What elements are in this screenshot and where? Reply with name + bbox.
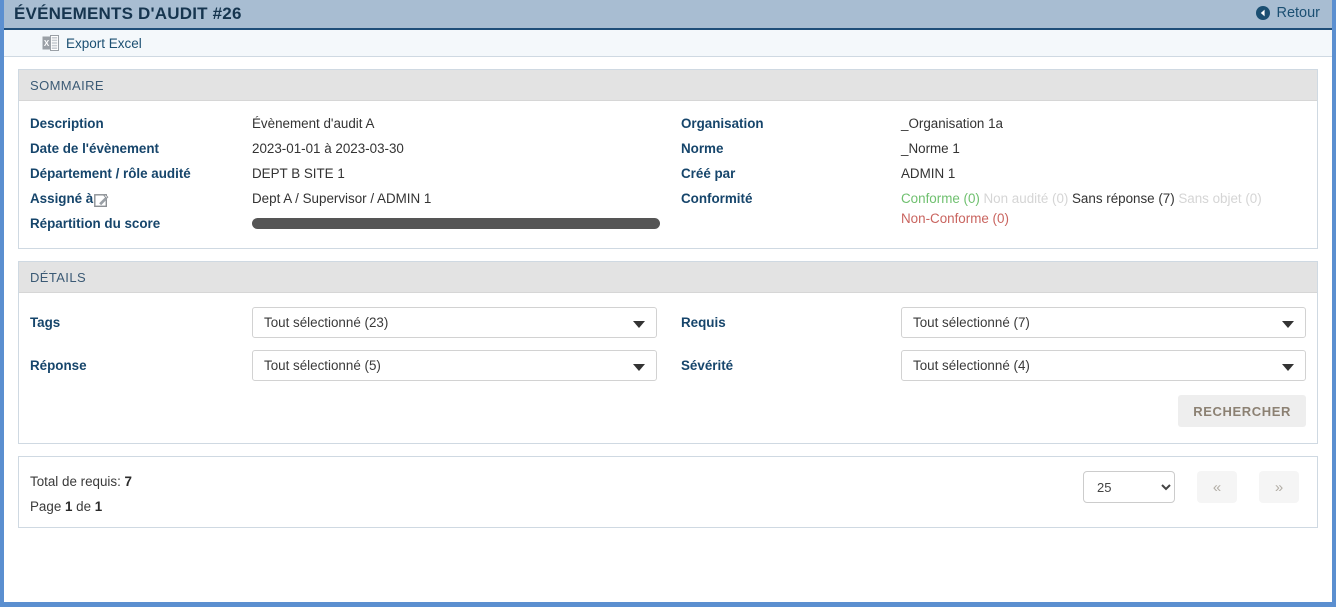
page-of-label: de (72, 499, 95, 514)
svg-text:X: X (44, 39, 50, 48)
summary-row-organisation: Organisation _Organisation 1a (681, 111, 1317, 136)
summary-row-description: Description Évènement d'audit A (30, 111, 668, 136)
reponse-multiselect-value: Tout sélectionné (5) (264, 358, 381, 373)
score-segment-sans-reponse (252, 218, 660, 229)
severite-multiselect-value: Tout sélectionné (4) (913, 358, 1030, 373)
summary-value-description: Évènement d'audit A (252, 116, 375, 131)
summary-label-conformity: Conformité (681, 191, 753, 206)
export-excel-label: Export Excel (66, 35, 142, 51)
label-requis: Requis (681, 315, 726, 330)
page-title: ÉVÉNEMENTS D'AUDIT #26 (14, 4, 242, 23)
conformity-sans-objet: Sans objet (0) (1178, 191, 1262, 206)
tags-multiselect-value: Tout sélectionné (23) (264, 315, 389, 330)
summary-label-created-by: Créé par (681, 166, 736, 181)
total-requirements: Total de requis: 7 (30, 469, 132, 494)
details-row-2: Réponse Tout sélectionné (5) Sévérité To… (19, 350, 1317, 381)
summary-panel-header: SOMMAIRE (19, 70, 1317, 101)
export-excel-button[interactable]: X Export Excel (42, 34, 142, 52)
details-panel-title: DÉTAILS (30, 269, 87, 285)
details-panel-header: DÉTAILS (19, 262, 1317, 293)
conformity-non-conforme: Non-Conforme (0) (901, 211, 1009, 226)
summary-row-score: Répartition du score (30, 211, 668, 236)
summary-panel-title: SOMMAIRE (30, 77, 104, 93)
last-page-button[interactable]: » (1259, 471, 1299, 503)
field-severite: Sévérité Tout sélectionné (4) (668, 350, 1317, 381)
reponse-multiselect[interactable]: Tout sélectionné (5) (252, 350, 657, 381)
details-row-1: Tags Tout sélectionné (23) Requis Tout s… (19, 307, 1317, 338)
page-indicator: Page 1 de 1 (30, 494, 132, 519)
chevron-down-icon (633, 321, 645, 328)
edit-pencil-icon[interactable] (94, 191, 109, 207)
summary-value-organisation: _Organisation 1a (901, 116, 1003, 131)
chevron-down-icon (1282, 321, 1294, 328)
back-link[interactable]: Retour (1256, 5, 1320, 21)
requis-multiselect[interactable]: Tout sélectionné (7) (901, 307, 1306, 338)
page-total: 1 (94, 499, 103, 514)
summary-label-department: Département / rôle audité (30, 166, 191, 181)
double-right-arrow-icon: » (1274, 478, 1284, 496)
details-panel: DÉTAILS Tags Tout sélectionné (23) Requi… (18, 261, 1318, 444)
chevron-down-icon (1282, 364, 1294, 371)
summary-label-assigned-text: Assigné à (30, 191, 94, 206)
total-requirements-label: Total de requis: (30, 474, 125, 489)
summary-value-created-by: ADMIN 1 (901, 166, 956, 181)
field-tags: Tags Tout sélectionné (23) (19, 307, 668, 338)
pagination-controls: 25 « » (1083, 471, 1299, 503)
summary-label-norme: Norme (681, 141, 724, 156)
toolbar: X Export Excel (4, 30, 1332, 57)
circle-left-arrow-icon (1256, 6, 1271, 20)
pagination-summary: Total de requis: 7 Page 1 de 1 (30, 469, 132, 519)
summary-label-score: Répartition du score (30, 216, 161, 231)
audit-events-page: ÉVÉNEMENTS D'AUDIT #26 Retour X Export E… (0, 0, 1336, 607)
page-size-select[interactable]: 25 (1083, 471, 1175, 503)
summary-label-assigned: Assigné à (30, 186, 252, 211)
field-requis: Requis Tout sélectionné (7) (668, 307, 1317, 338)
total-requirements-value: 7 (124, 474, 132, 489)
severite-multiselect[interactable]: Tout sélectionné (4) (901, 350, 1306, 381)
content-area: SOMMAIRE Description Évènement d'audit A… (4, 57, 1332, 528)
summary-row-conformity: Conformité Conforme (0) Non audité (0) S… (681, 186, 1317, 229)
double-left-arrow-icon: « (1212, 478, 1222, 496)
tags-multiselect[interactable]: Tout sélectionné (23) (252, 307, 657, 338)
summary-panel-body: Description Évènement d'audit A Date de … (19, 101, 1317, 248)
summary-row-date: Date de l'évènement 2023-01-01 à 2023-03… (30, 136, 668, 161)
requis-multiselect-value: Tout sélectionné (7) (913, 315, 1030, 330)
search-button[interactable]: RECHERCHER (1178, 395, 1306, 427)
conformity-sans-reponse: Sans réponse (7) (1072, 191, 1175, 206)
pagination-panel: Total de requis: 7 Page 1 de 1 25 « » (18, 456, 1318, 528)
summary-value-date: 2023-01-01 à 2023-03-30 (252, 141, 404, 156)
summary-row-created-by: Créé par ADMIN 1 (681, 161, 1317, 186)
summary-label-organisation: Organisation (681, 116, 764, 131)
field-reponse: Réponse Tout sélectionné (5) (19, 350, 668, 381)
label-tags: Tags (30, 315, 61, 330)
first-page-button[interactable]: « (1197, 471, 1237, 503)
summary-right-column: Organisation _Organisation 1a Norme _Nor… (668, 111, 1317, 236)
summary-row-norme: Norme _Norme 1 (681, 136, 1317, 161)
summary-label-date: Date de l'évènement (30, 141, 159, 156)
conformity-conforme: Conforme (0) (901, 191, 980, 206)
conformity-values: Conforme (0) Non audité (0) Sans réponse… (901, 186, 1262, 229)
page-label: Page (30, 499, 65, 514)
summary-left-column: Description Évènement d'audit A Date de … (19, 111, 668, 236)
search-row: RECHERCHER (19, 395, 1317, 427)
title-bar: ÉVÉNEMENTS D'AUDIT #26 Retour (4, 0, 1332, 30)
summary-value-department: DEPT B SITE 1 (252, 166, 345, 181)
label-reponse: Réponse (30, 358, 87, 373)
summary-label-description: Description (30, 116, 104, 131)
summary-value-assigned: Dept A / Supervisor / ADMIN 1 (252, 191, 432, 206)
chevron-down-icon (633, 364, 645, 371)
label-severite: Sévérité (681, 358, 734, 373)
score-distribution-bar (252, 218, 660, 229)
summary-value-norme: _Norme 1 (901, 141, 960, 156)
conformity-non-audite: Non audité (0) (983, 191, 1069, 206)
summary-row-department: Département / rôle audité DEPT B SITE 1 (30, 161, 668, 186)
summary-row-assigned: Assigné à Dept A / Supervisor / ADMIN 1 (30, 186, 668, 211)
back-link-label: Retour (1276, 5, 1320, 21)
excel-file-icon: X (42, 34, 59, 52)
summary-panel: SOMMAIRE Description Évènement d'audit A… (18, 69, 1318, 249)
details-panel-body: Tags Tout sélectionné (23) Requis Tout s… (19, 293, 1317, 443)
